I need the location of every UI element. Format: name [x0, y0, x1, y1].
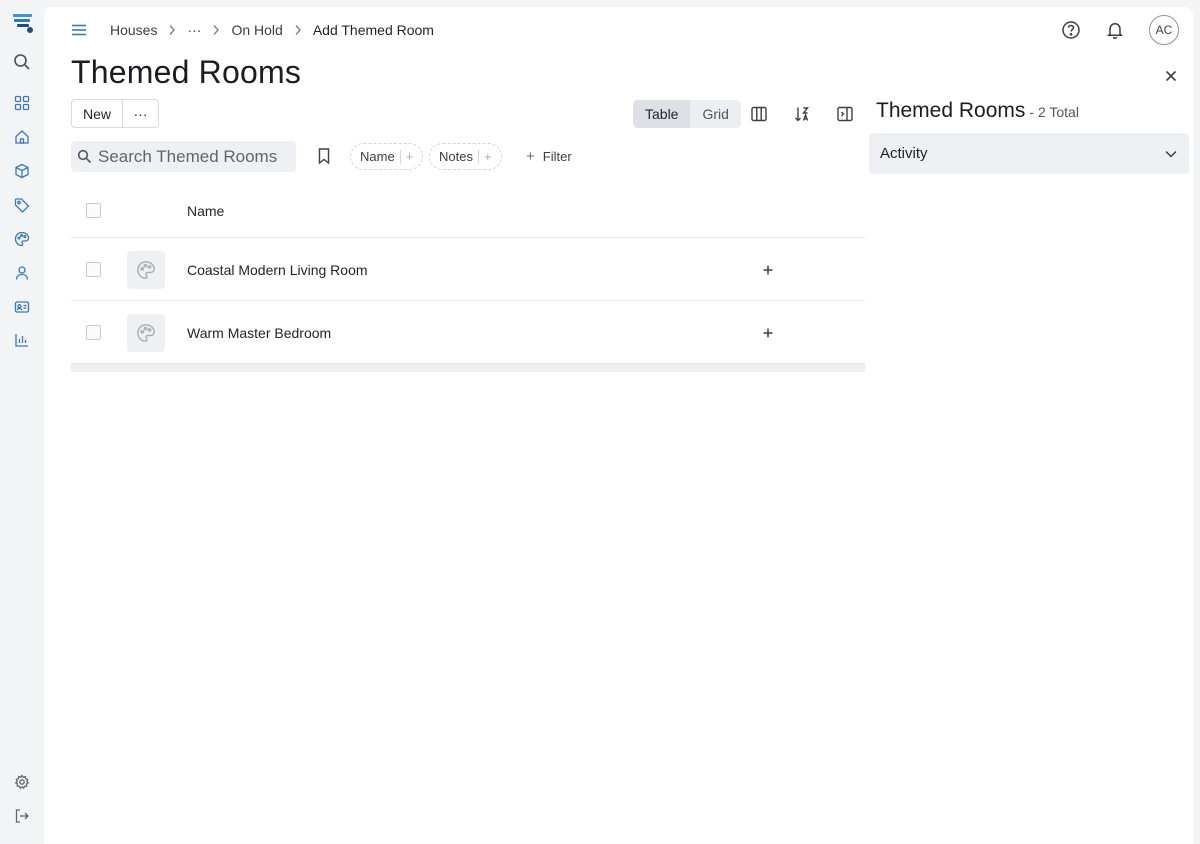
room-name[interactable]: Coastal Modern Living Room [187, 262, 368, 278]
select-all-checkbox[interactable] [86, 203, 101, 218]
chevron-down-icon [1164, 147, 1178, 161]
filter-label: Filter [542, 148, 572, 164]
column-header-name[interactable]: Name [187, 203, 224, 219]
plus-icon: + [405, 149, 414, 164]
table-row[interactable]: Coastal Modern Living Room [71, 238, 865, 301]
house-icon[interactable] [11, 126, 33, 148]
chip-divider [399, 149, 401, 164]
new-button-group: New ··· [71, 99, 160, 128]
breadcrumb-on-hold[interactable]: On Hold [231, 22, 282, 38]
palette-icon[interactable] [11, 228, 33, 250]
chevron-right-icon [168, 24, 176, 36]
left-rail [0, 0, 44, 844]
add-icon[interactable] [761, 263, 775, 277]
palette-icon [127, 251, 165, 289]
app-logo-icon[interactable] [11, 11, 35, 35]
table-view-tab[interactable]: Table [633, 100, 691, 128]
table-row[interactable]: Warm Master Bedroom [71, 301, 865, 364]
settings-gear-icon[interactable] [11, 771, 33, 793]
breadcrumb-ellipsis[interactable]: ··· [187, 22, 201, 38]
contact-card-icon[interactable] [11, 296, 33, 318]
header-actions: AC [1061, 15, 1179, 45]
person-icon[interactable] [11, 262, 33, 284]
breadcrumb-houses[interactable]: Houses [110, 22, 157, 38]
dashboard-icon[interactable] [11, 92, 33, 114]
table-header-row: Name [71, 183, 865, 238]
room-name[interactable]: Warm Master Bedroom [187, 325, 331, 341]
help-icon[interactable] [1061, 20, 1081, 40]
row-checkbox[interactable] [86, 262, 101, 277]
tag-icon[interactable] [11, 194, 33, 216]
logout-icon[interactable] [11, 805, 33, 827]
main-panel: Houses ··· On Hold Add Themed Room AC Th… [44, 7, 1193, 844]
menu-toggle-icon[interactable] [70, 21, 88, 39]
breadcrumb: Houses ··· On Hold Add Themed Room [110, 21, 434, 39]
chip-divider [477, 149, 479, 164]
name-filter-chip[interactable]: Name + [350, 143, 424, 170]
toggle-side-panel-icon[interactable] [836, 105, 854, 123]
more-options-button[interactable]: ··· [122, 100, 158, 127]
grid-view-tab[interactable]: Grid [690, 100, 740, 128]
row-checkbox[interactable] [86, 325, 101, 340]
search-box [71, 141, 296, 172]
notes-filter-chip[interactable]: Notes + [429, 143, 502, 170]
side-panel-header: Themed Rooms - 2 Total [876, 99, 1079, 123]
chevron-right-icon [212, 24, 220, 36]
add-icon[interactable] [761, 326, 775, 340]
themed-rooms-table: Name Coastal Modern Living Room Warm Mas… [71, 183, 865, 372]
activity-label: Activity [880, 145, 928, 162]
sort-icon[interactable] [793, 105, 811, 123]
new-button[interactable]: New [72, 100, 122, 127]
search-icon[interactable] [11, 51, 33, 73]
search-icon [77, 149, 92, 164]
breadcrumb-add-themed-room[interactable]: Add Themed Room [313, 22, 434, 38]
table-footer [71, 364, 865, 372]
side-panel-title: Themed Rooms [876, 99, 1026, 122]
page-title: Themed Rooms [71, 54, 302, 90]
filter-button[interactable]: + Filter [526, 147, 572, 165]
chevron-right-icon [294, 24, 302, 36]
chip-label: Name [360, 149, 395, 164]
total-count: - 2 Total [1029, 104, 1079, 120]
box-icon[interactable] [11, 160, 33, 182]
activity-section-toggle[interactable]: Activity [869, 133, 1189, 174]
bar-chart-icon[interactable] [11, 329, 33, 351]
palette-icon [127, 314, 165, 352]
view-toggle: Table Grid [633, 100, 741, 128]
plus-icon: + [526, 147, 535, 165]
notifications-bell-icon[interactable] [1105, 20, 1125, 40]
search-input[interactable] [98, 146, 288, 167]
close-panel-icon[interactable] [1163, 68, 1179, 84]
columns-icon[interactable] [750, 105, 768, 123]
bookmark-icon[interactable] [315, 147, 333, 165]
avatar[interactable]: AC [1149, 15, 1179, 45]
chip-label: Notes [439, 149, 473, 164]
plus-icon: + [483, 149, 492, 164]
